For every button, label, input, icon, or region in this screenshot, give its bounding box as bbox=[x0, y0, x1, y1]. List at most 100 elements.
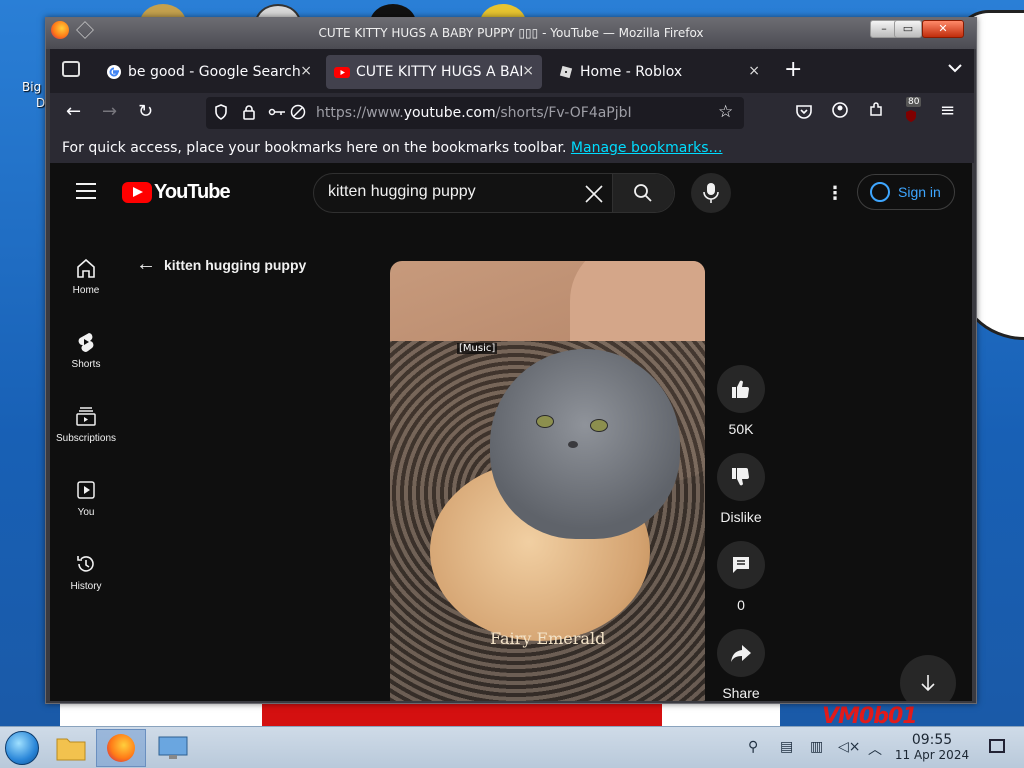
notifications-icon[interactable]: ⚲ bbox=[748, 739, 758, 755]
forward-arrow-icon[interactable]: → bbox=[102, 101, 117, 122]
firefox-view-icon[interactable] bbox=[62, 61, 80, 77]
show-desktop-button[interactable] bbox=[989, 739, 1005, 753]
sidebar-item-history[interactable]: History bbox=[50, 553, 122, 592]
clock[interactable]: 09:55 11 Apr 2024 bbox=[890, 732, 974, 762]
tab-bar: be good - Google Search × CUTE KITTY HUG… bbox=[50, 49, 974, 93]
taskbar-control-panel[interactable] bbox=[150, 729, 200, 767]
sidebar-item-you[interactable]: You bbox=[50, 479, 122, 518]
tab-close-icon[interactable]: × bbox=[522, 63, 534, 79]
close-window-button[interactable]: ✕ bbox=[922, 20, 964, 38]
bookmarks-message: For quick access, place your bookmarks h… bbox=[62, 140, 567, 156]
next-video-button[interactable] bbox=[900, 655, 956, 701]
kitten-eye bbox=[536, 415, 554, 428]
navigation-toolbar: ← → ↻ https://www.youtube.com/shorts/Fv-… bbox=[50, 93, 974, 133]
voice-search-button[interactable] bbox=[691, 173, 731, 213]
manage-bookmarks-link[interactable]: Manage bookmarks… bbox=[571, 140, 723, 156]
settings-more-icon[interactable]: ⋮ bbox=[826, 183, 844, 204]
tab-label: be good - Google Search bbox=[128, 64, 301, 80]
share-button[interactable]: Share bbox=[717, 629, 765, 701]
account-icon[interactable] bbox=[832, 102, 848, 123]
tab-roblox[interactable]: Home - Roblox × bbox=[550, 55, 768, 89]
like-button[interactable]: 50K bbox=[717, 365, 765, 437]
clear-search-icon[interactable] bbox=[584, 180, 604, 210]
shield-icon[interactable] bbox=[214, 104, 228, 124]
dislike-button-circle bbox=[717, 453, 765, 501]
shorts-icon bbox=[78, 333, 94, 352]
folder-icon bbox=[56, 738, 86, 761]
taskbar-file-manager[interactable] bbox=[48, 729, 98, 767]
video-kitten bbox=[490, 349, 680, 539]
sidebar-item-label: Subscriptions bbox=[55, 433, 117, 444]
like-count: 50K bbox=[728, 421, 754, 437]
tab-google-search[interactable]: be good - Google Search × bbox=[98, 55, 320, 89]
start-button[interactable] bbox=[5, 731, 39, 765]
back-arrow-icon[interactable]: ← bbox=[66, 101, 81, 122]
computer-icon bbox=[158, 736, 188, 759]
clipboard-icon[interactable]: ▤ bbox=[780, 739, 793, 755]
you-library-icon bbox=[77, 481, 95, 499]
share-label: Share bbox=[722, 685, 760, 701]
ublock-icon[interactable] bbox=[904, 107, 918, 128]
youtube-wordmark: YouTube bbox=[154, 181, 231, 203]
search-icon bbox=[634, 184, 652, 202]
search-input[interactable] bbox=[328, 183, 578, 201]
tab-close-icon[interactable]: × bbox=[300, 63, 312, 79]
comments-button-circle bbox=[717, 541, 765, 589]
permissions-icon[interactable] bbox=[268, 104, 286, 124]
window-titlebar[interactable]: CUTE KITTY HUGS A BABY PUPPY ▯▯▯ - YouTu… bbox=[46, 18, 976, 49]
autoplay-blocked-icon[interactable] bbox=[290, 104, 306, 124]
taskbar-firefox[interactable] bbox=[96, 729, 146, 767]
sidebar-item-label: History bbox=[70, 581, 102, 592]
list-all-tabs-icon[interactable] bbox=[948, 61, 962, 77]
volume-muted-icon[interactable]: ◁× bbox=[838, 739, 861, 755]
clock-time: 09:55 bbox=[911, 732, 953, 748]
hamburger-menu-icon[interactable]: ≡ bbox=[940, 100, 955, 121]
youtube-page: YouTube ⋮ Sign in Home bbox=[50, 163, 972, 701]
roblox-icon bbox=[559, 65, 573, 79]
lock-icon[interactable] bbox=[242, 104, 256, 124]
back-to-search[interactable]: ← kitten hugging puppy bbox=[136, 253, 306, 276]
account-circle-icon bbox=[870, 182, 890, 202]
sign-in-button[interactable]: Sign in bbox=[857, 174, 955, 210]
url-text: https://www.youtube.com/shorts/Fv-OF4aPj… bbox=[316, 105, 632, 121]
comment-icon bbox=[733, 557, 749, 573]
sidebar-item-shorts[interactable]: Shorts bbox=[50, 331, 122, 370]
sidebar-item-home[interactable]: Home bbox=[50, 257, 122, 296]
tab-label: Home - Roblox bbox=[580, 64, 683, 80]
tab-close-icon[interactable]: × bbox=[748, 63, 760, 79]
bookmarks-toolbar: For quick access, place your bookmarks h… bbox=[50, 133, 974, 163]
home-icon bbox=[77, 258, 95, 278]
bookmark-star-icon[interactable]: ☆ bbox=[718, 102, 733, 122]
new-tab-button[interactable]: + bbox=[784, 57, 802, 82]
shorts-video-player[interactable]: [Music] Fairy Emerald bbox=[390, 261, 705, 701]
show-hidden-icons-chevron[interactable]: ︿ bbox=[868, 739, 882, 759]
back-arrow-icon: ← bbox=[136, 253, 156, 275]
thumbs-down-icon bbox=[732, 468, 749, 486]
reload-icon[interactable]: ↻ bbox=[138, 101, 153, 122]
back-label: kitten hugging puppy bbox=[164, 256, 307, 273]
url-prefix: https://www. bbox=[316, 105, 404, 121]
share-button-circle bbox=[717, 629, 765, 677]
sidebar-item-subscriptions[interactable]: Subscriptions bbox=[50, 405, 122, 444]
youtube-logo[interactable]: YouTube bbox=[122, 181, 231, 204]
wallpaper-text: VM0b01 bbox=[822, 704, 918, 726]
history-icon bbox=[77, 556, 94, 572]
kitten-nose bbox=[568, 441, 578, 448]
sign-in-label: Sign in bbox=[898, 184, 941, 200]
comments-button[interactable]: 0 bbox=[717, 541, 765, 613]
dislike-button[interactable]: Dislike bbox=[717, 453, 765, 525]
guide-menu-icon[interactable] bbox=[76, 183, 96, 204]
microphone-icon bbox=[703, 183, 719, 203]
pocket-icon[interactable] bbox=[796, 103, 812, 124]
extensions-icon[interactable] bbox=[868, 102, 884, 123]
search-button[interactable] bbox=[612, 174, 674, 212]
url-path: /shorts/Fv-OF4aPjbI bbox=[495, 105, 632, 121]
tab-youtube[interactable]: CUTE KITTY HUGS A BABY × bbox=[326, 55, 542, 89]
arrow-down-icon bbox=[921, 675, 935, 692]
battery-icon[interactable]: ▥ bbox=[810, 739, 823, 755]
maximize-button[interactable]: ▭ bbox=[894, 20, 922, 38]
url-bar[interactable]: https://www.youtube.com/shorts/Fv-OF4aPj… bbox=[206, 97, 744, 129]
desktop-icon-label-line1: Big bbox=[22, 80, 42, 94]
video-caption: [Music] bbox=[457, 343, 498, 354]
subscriptions-icon bbox=[76, 407, 96, 426]
